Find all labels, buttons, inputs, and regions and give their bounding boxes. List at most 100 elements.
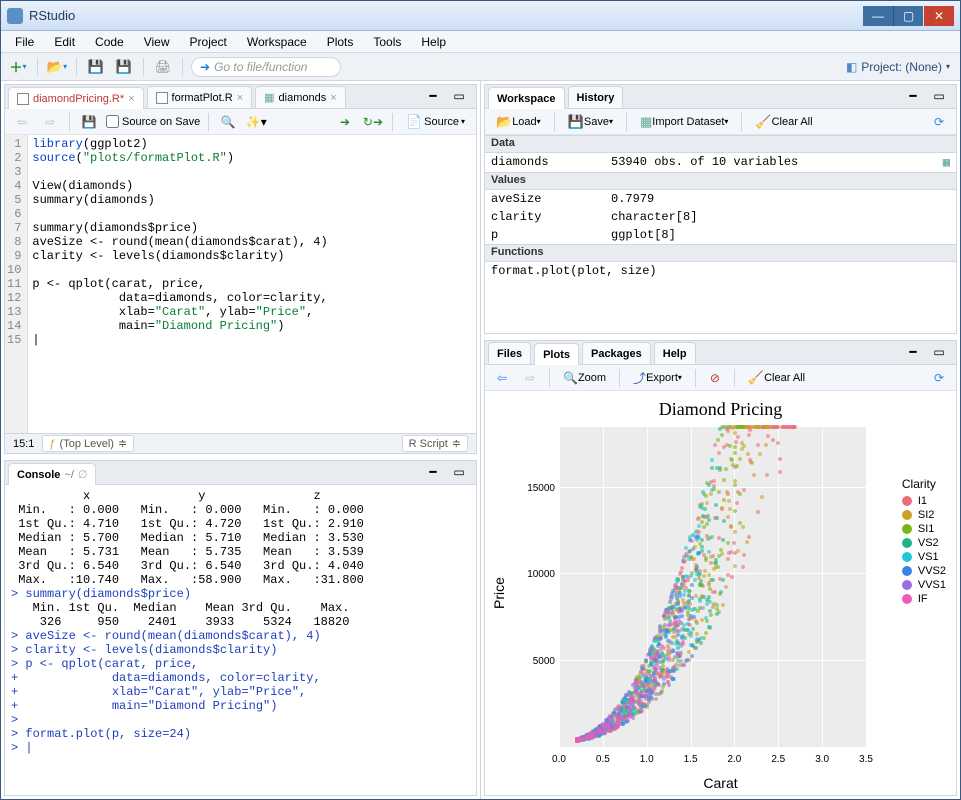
import-dataset-button[interactable]: ▦Import Dataset▾ <box>635 112 733 132</box>
pane-minimize-icon[interactable]: ━ <box>422 86 444 106</box>
ws-section-values: Values <box>485 172 956 190</box>
tab-packages[interactable]: Packages <box>582 342 651 364</box>
workspace-tabs: Workspace History ━ ▭ <box>485 85 956 109</box>
code-editor[interactable]: 123456789101112131415 library(ggplot2) s… <box>5 135 476 433</box>
close-tab-icon[interactable]: × <box>128 93 134 105</box>
legend: ClarityI1SI2SI1VS2VS1VVS2VVS1IF <box>896 471 952 613</box>
ws-row[interactable]: aveSize0.7979 <box>485 190 956 208</box>
table-icon: ▦ <box>264 91 274 104</box>
run-line-button[interactable]: ➔ <box>334 112 356 132</box>
find-icon[interactable]: 🔍 <box>217 112 239 132</box>
load-workspace-button[interactable]: 📂Load▾ <box>491 112 546 132</box>
plot-next-icon[interactable]: ⇨ <box>519 368 541 388</box>
menu-workspace[interactable]: Workspace <box>237 33 317 51</box>
new-file-button[interactable]: ＋▾ <box>7 57 29 77</box>
menubar: File Edit Code View Project Workspace Pl… <box>1 31 960 53</box>
plot-tabs: Files Plots Packages Help ━ ▭ <box>485 341 956 365</box>
wand-icon[interactable]: ✨▾ <box>245 112 267 132</box>
app-window: RStudio — ▢ ✕ File Edit Code View Projec… <box>0 0 961 800</box>
workspace-list: Data diamonds53940 obs. of 10 variables▦… <box>485 135 956 333</box>
editor-tabs: diamondPricing.R* × formatPlot.R × ▦ dia… <box>5 85 476 109</box>
save-file-button[interactable]: 💾 <box>78 112 100 132</box>
zoom-button[interactable]: 🔍Zoom <box>558 368 611 388</box>
maximize-button[interactable]: ▢ <box>893 6 923 26</box>
clear-workspace-button[interactable]: 🧹Clear All <box>750 112 817 132</box>
r-file-icon <box>17 93 29 105</box>
refresh-icon[interactable]: ⟳ <box>928 368 950 388</box>
table-icon[interactable]: ▦ <box>943 155 950 170</box>
ws-row[interactable]: pggplot[8] <box>485 226 956 244</box>
remove-plot-icon[interactable]: ⊘ <box>704 368 726 388</box>
clear-plots-button[interactable]: 🧹Clear All <box>743 368 810 388</box>
menu-help[interactable]: Help <box>411 33 456 51</box>
tab-workspace[interactable]: Workspace <box>488 87 565 109</box>
plot-toolbar: ⇦ ⇨ 🔍Zoom ⤴Export▾ ⊘ 🧹Clear All ⟳ <box>485 365 956 391</box>
print-button[interactable]: 🖨 <box>152 57 174 77</box>
pane-maximize-icon[interactable]: ▭ <box>448 86 470 106</box>
tab-plots[interactable]: Plots <box>534 343 579 365</box>
goto-file-input[interactable]: ➔ Go to file/function <box>191 57 341 77</box>
project-icon: ◧ <box>846 60 857 74</box>
source-on-save-checkbox[interactable] <box>106 115 119 128</box>
source-on-save-toggle[interactable]: Source on Save <box>106 115 200 128</box>
plot-prev-icon[interactable]: ⇦ <box>491 368 513 388</box>
project-menu[interactable]: ◧ Project: (None) ▾ <box>842 60 954 74</box>
workspace-toolbar: 📂Load▾ 💾Save▾ ▦Import Dataset▾ 🧹Clear Al… <box>485 109 956 135</box>
tab-history[interactable]: History <box>568 86 624 108</box>
titlebar[interactable]: RStudio — ▢ ✕ <box>1 1 960 31</box>
ws-section-functions: Functions <box>485 244 956 262</box>
language-selector[interactable]: R Script ≑ <box>402 435 468 452</box>
plot-view: Diamond Pricing Price Carat 500010000150… <box>485 391 956 795</box>
menu-plots[interactable]: Plots <box>317 33 364 51</box>
menu-project[interactable]: Project <box>180 33 237 51</box>
console-tab[interactable]: Console ~/ ∅ <box>8 463 96 485</box>
minimize-button[interactable]: — <box>863 6 893 26</box>
ws-row-diamonds[interactable]: diamonds53940 obs. of 10 variables▦ <box>485 153 956 172</box>
save-all-button[interactable]: 💾 <box>113 57 135 77</box>
goto-placeholder: Go to file/function <box>214 60 307 74</box>
goto-icon: ➔ <box>200 60 210 74</box>
menu-view[interactable]: View <box>134 33 180 51</box>
menu-code[interactable]: Code <box>85 33 134 51</box>
tab-help[interactable]: Help <box>654 342 696 364</box>
menu-file[interactable]: File <box>5 33 44 51</box>
console-dropdown-icon[interactable]: ∅ <box>78 468 88 481</box>
close-button[interactable]: ✕ <box>924 6 954 26</box>
pane-maximize-icon[interactable]: ▭ <box>448 462 470 482</box>
menu-edit[interactable]: Edit <box>44 33 85 51</box>
pane-minimize-icon[interactable]: ━ <box>422 462 444 482</box>
tab-format-plot[interactable]: formatPlot.R × <box>147 86 253 108</box>
save-button[interactable]: 💾 <box>85 57 107 77</box>
project-label: Project: (None) <box>861 60 942 74</box>
pane-minimize-icon[interactable]: ━ <box>902 86 924 106</box>
ws-row[interactable]: format.plot(plot, size) <box>485 262 956 280</box>
close-tab-icon[interactable]: × <box>330 92 336 104</box>
chart-title: Diamond Pricing <box>485 399 956 420</box>
pane-minimize-icon[interactable]: ━ <box>902 342 924 362</box>
console-output[interactable]: x y z Min. : 0.000 Min. : 0.000 Min. : 0… <box>5 485 476 795</box>
main-toolbar: ＋▾ 📂▾ 💾 💾 🖨 ➔ Go to file/function ◧ Proj… <box>1 53 960 81</box>
close-tab-icon[interactable]: × <box>237 92 243 104</box>
editor-toolbar: ⇦ ⇨ 💾 Source on Save 🔍 ✨▾ ➔ ↻➔ <box>5 109 476 135</box>
export-button[interactable]: ⤴Export▾ <box>628 368 687 388</box>
ws-row[interactable]: claritycharacter[8] <box>485 208 956 226</box>
pane-maximize-icon[interactable]: ▭ <box>928 342 950 362</box>
tab-files[interactable]: Files <box>488 342 531 364</box>
tab-diamond-pricing[interactable]: diamondPricing.R* × <box>8 87 144 109</box>
tab-diamonds-data[interactable]: ▦ diamonds × <box>255 86 346 108</box>
back-icon[interactable]: ⇦ <box>11 112 33 132</box>
scope-selector[interactable]: ƒ(Top Level) ≑ <box>42 435 134 452</box>
source-button[interactable]: 📄Source▾ <box>401 112 470 132</box>
refresh-icon[interactable]: ⟳ <box>928 112 950 132</box>
editor-statusbar: 15:1 ƒ(Top Level) ≑ R Script ≑ <box>5 433 476 453</box>
x-axis-label: Carat <box>703 775 737 791</box>
pane-maximize-icon[interactable]: ▭ <box>928 86 950 106</box>
open-file-button[interactable]: 📂▾ <box>46 57 68 77</box>
save-workspace-button[interactable]: 💾Save▾ <box>563 112 618 132</box>
rerun-button[interactable]: ↻➔ <box>362 112 384 132</box>
plot-area: 500010000150000.00.51.01.52.02.53.03.5 <box>559 427 866 747</box>
forward-icon[interactable]: ⇨ <box>39 112 61 132</box>
app-icon <box>7 8 23 24</box>
console-tabbar: Console ~/ ∅ ━ ▭ <box>5 461 476 485</box>
menu-tools[interactable]: Tools <box>363 33 411 51</box>
